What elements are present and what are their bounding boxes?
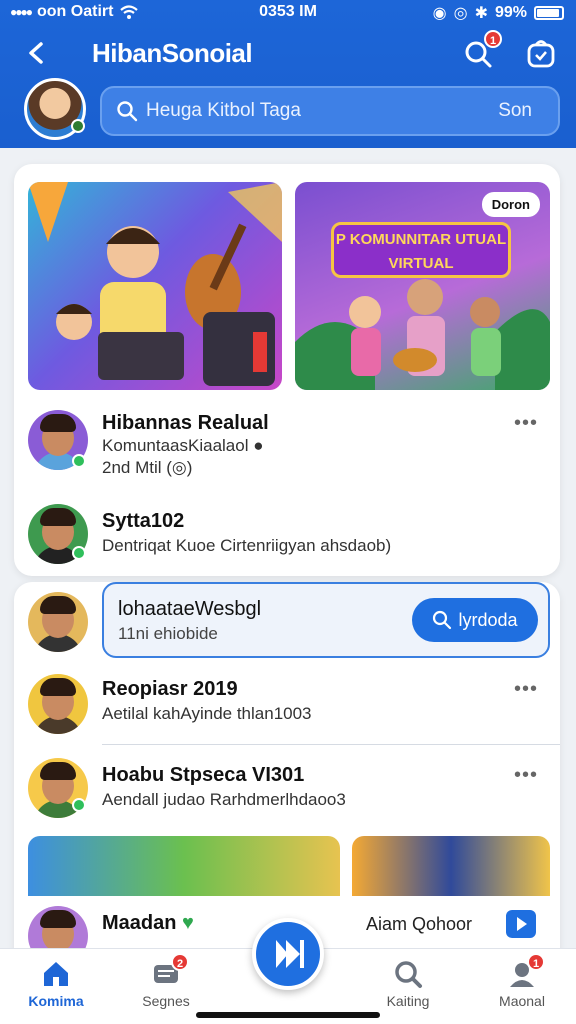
post-author: Hibannas Realual xyxy=(102,412,269,434)
media-thumbnail-community[interactable]: Doron P KOMUNNITAR UTUAL VIRTUAL xyxy=(295,182,550,390)
play-button[interactable] xyxy=(506,910,536,938)
post-line1: KomuntaasKiaalaol ● xyxy=(102,436,264,455)
feed-card: Doron P KOMUNNITAR UTUAL VIRTUAL Hibanna… xyxy=(14,164,560,576)
contact-sub: Aetilal kahAyinde thlan1003 xyxy=(102,704,312,723)
nav-badge: 2 xyxy=(171,953,189,971)
post-line1: Dentriqat Kuoe Cirtenriigyan ahsdaob) xyxy=(102,536,392,555)
skip-forward-icon xyxy=(276,940,304,968)
online-status-dot xyxy=(72,798,86,812)
nav-profile-label: Maonal xyxy=(499,993,545,1009)
avatar xyxy=(28,592,88,652)
nav-home[interactable]: Komima xyxy=(8,959,104,1009)
search-action[interactable]: Son xyxy=(498,100,532,122)
highlight-button-label: lyrdoda xyxy=(458,609,518,630)
online-status-dot xyxy=(72,454,86,468)
more-options-icon[interactable]: ••• xyxy=(514,764,538,787)
media-thumbnail-music[interactable] xyxy=(28,182,282,390)
divider xyxy=(102,744,560,745)
avatar xyxy=(28,674,88,734)
search-icon xyxy=(433,610,452,630)
notifications-button[interactable]: 1 xyxy=(462,30,502,70)
contact-name: Hoabu Stpseca VI301 xyxy=(102,764,305,786)
media-thumbnail[interactable] xyxy=(28,836,340,896)
contact-name: Maadan ♥ xyxy=(102,912,194,935)
contact-sub: Aendall judao Rarhdmerlhdaoo3 xyxy=(102,790,346,809)
nav-badge: 1 xyxy=(527,953,545,971)
highlight-sub: 11ni ehiobide xyxy=(118,624,218,643)
home-icon xyxy=(44,962,68,986)
illustration-guitar-icon xyxy=(28,182,282,386)
online-status-dot xyxy=(71,119,85,133)
search-icon xyxy=(395,961,422,988)
highlight-box[interactable]: lohaataeWesbgl 11ni ehiobide lyrdoda xyxy=(102,582,550,658)
page-title: HibanSonoial xyxy=(92,38,253,68)
profile-icon: 1 xyxy=(507,953,545,989)
post-line2: 2nd Mtil (◎) xyxy=(102,458,193,477)
back-arrow-icon[interactable] xyxy=(22,36,52,70)
nav-home-label: Komima xyxy=(28,993,84,1009)
search-input[interactable]: Heuga Kitbol Taga xyxy=(146,100,498,122)
illustration-people-icon xyxy=(295,279,550,390)
compose-fab-button[interactable] xyxy=(252,918,324,990)
battery-label: 99% xyxy=(494,4,527,21)
more-options-icon[interactable]: ••• xyxy=(514,412,538,435)
bag-button[interactable] xyxy=(524,36,558,70)
highlight-title: lohaataeWesbgl xyxy=(118,598,262,620)
profile-avatar[interactable] xyxy=(24,78,86,140)
nav-segnes[interactable]: 2 Segnes xyxy=(118,953,214,1009)
media-thumbnail[interactable] xyxy=(352,836,550,896)
contact-name: Reopiasr 2019 xyxy=(102,678,238,700)
battery-icon xyxy=(534,6,564,20)
notification-badge: 1 xyxy=(484,30,502,48)
home-indicator xyxy=(196,1012,380,1018)
nav-kaiting-label: Kaiting xyxy=(386,993,430,1009)
alarm-icon: ◉ xyxy=(432,5,447,22)
messages-icon: 2 xyxy=(151,953,189,989)
search-bar[interactable]: Heuga Kitbol Taga Son xyxy=(100,86,560,136)
nav-profile[interactable]: 1 Maonal xyxy=(474,953,570,1009)
contact-name-text: Maadan xyxy=(102,912,177,934)
more-options-icon[interactable]: ••• xyxy=(514,678,538,701)
post-author: Sytta102 xyxy=(102,510,185,532)
heart-icon: ♥ xyxy=(182,912,194,934)
nav-kaiting[interactable]: Kaiting xyxy=(360,959,456,1009)
nav-segnes-label: Segnes xyxy=(142,993,190,1009)
status-right: ◉ ◎ ✱ 99% xyxy=(433,3,564,23)
contact-right-label: Aiam Qohoor xyxy=(366,914,473,934)
shopping-bag-icon xyxy=(527,40,555,68)
location-icon: ◎ xyxy=(453,5,468,22)
play-icon xyxy=(517,917,527,931)
highlight-action-button[interactable]: lyrdoda xyxy=(412,598,538,642)
online-status-dot xyxy=(72,546,86,560)
search-icon xyxy=(117,101,138,122)
bluetooth-icon: ✱ xyxy=(474,5,488,22)
app-header: ●●●● oon Oatirt 0353 IM ◉ ◎ ✱ 99% HibanS… xyxy=(0,0,576,148)
status-bar: ●●●● oon Oatirt 0353 IM ◉ ◎ ✱ 99% xyxy=(0,0,576,26)
